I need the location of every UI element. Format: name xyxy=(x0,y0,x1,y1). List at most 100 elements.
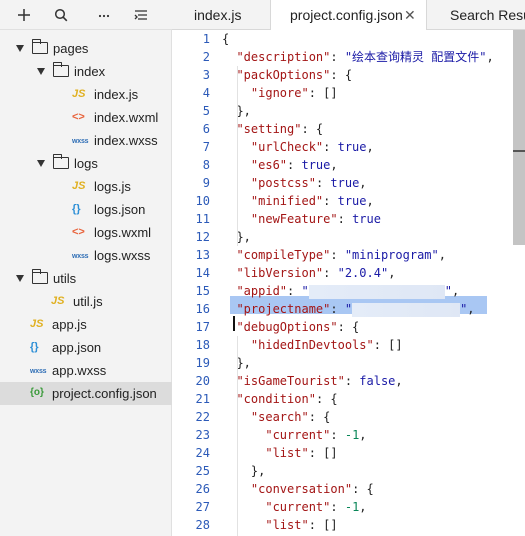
explorer-toolbar xyxy=(0,0,172,30)
code-line: "conversation": { xyxy=(222,480,494,498)
code-line: "projectname": " ", xyxy=(222,300,494,318)
line-number: 3 xyxy=(202,68,210,82)
tree-item-app-json[interactable]: {} app.json xyxy=(0,336,172,359)
line-number: 1 xyxy=(202,32,210,46)
tree-item-project-config-json[interactable]: {o} project.config.json xyxy=(0,382,172,405)
code-line: "hidedInDevtools": [] xyxy=(222,336,494,354)
chevron-down-icon[interactable] xyxy=(16,45,24,52)
tree-item-label: app.js xyxy=(52,317,87,332)
tree-item-utils[interactable]: utils xyxy=(0,267,172,290)
code-line: "search": { xyxy=(222,408,494,426)
line-number: 12 xyxy=(195,230,210,244)
code-token: "minified" xyxy=(250,194,324,208)
tree-item-util-js[interactable]: JS util.js xyxy=(0,290,172,313)
code-content[interactable]: { "description": "绘本查询精灵 配置文件", "packOpt… xyxy=(222,30,494,534)
code-token: "isGameTourist" xyxy=(236,374,345,388)
tab-index-js[interactable]: index.js xyxy=(172,0,271,30)
tree-item-pages[interactable]: pages xyxy=(0,37,172,60)
tree-item-index-wxml[interactable]: <> index.wxml xyxy=(0,106,172,129)
line-number: 16 xyxy=(195,302,210,316)
code-token: : { xyxy=(352,482,374,496)
file-tree: pages index JS index.js <> index.wxml wxss inde… xyxy=(0,37,172,405)
chevron-down-icon[interactable] xyxy=(37,160,45,167)
code-token: "projectname" xyxy=(236,302,331,316)
tree-item-app-wxss[interactable]: wxss app.wxss xyxy=(0,359,172,382)
code-token: "current" xyxy=(265,428,331,442)
code-token: }, xyxy=(222,464,266,478)
code-token: , xyxy=(467,302,475,316)
line-number: 15 xyxy=(195,284,210,298)
code-token: : { xyxy=(301,122,324,136)
code-token: "setting" xyxy=(236,122,302,136)
tree-item-app-js[interactable]: JS app.js xyxy=(0,313,172,336)
chevron-down-icon[interactable] xyxy=(16,275,24,282)
code-token: , xyxy=(359,176,367,190)
line-number: 8 xyxy=(202,158,210,172)
code-token: "description" xyxy=(236,50,331,64)
code-token: , xyxy=(330,158,338,172)
tree-item-logs-wxml[interactable]: <> logs.wxml xyxy=(0,221,172,244)
tree-item-index-js[interactable]: JS index.js xyxy=(0,83,172,106)
code-token: : xyxy=(337,212,353,226)
code-token: "compileType" xyxy=(236,248,331,262)
scrollbar-thumb[interactable] xyxy=(513,30,525,245)
code-token: , xyxy=(366,194,374,208)
tab-project-config-json[interactable]: project.config.json ✕ xyxy=(271,0,427,31)
code-token: : { xyxy=(330,68,353,82)
code-line: "newFeature": true xyxy=(222,210,494,228)
tree-item-label: index.js xyxy=(94,87,139,102)
close-icon[interactable]: ✕ xyxy=(404,0,416,30)
code-token: : xyxy=(330,428,345,442)
code-token: : { xyxy=(337,320,360,334)
tree-item-index-wxss[interactable]: wxss index.wxss xyxy=(0,129,172,152)
tree-item-label: utils xyxy=(53,271,77,286)
code-token: "newFeature" xyxy=(250,212,338,226)
line-number: 5 xyxy=(202,104,210,118)
tree-item-label: logs.wxss xyxy=(94,248,151,263)
overview-ruler-marker xyxy=(513,150,525,152)
more-icon[interactable] xyxy=(92,4,116,26)
tree-item-label: logs.wxml xyxy=(94,225,152,240)
code-line: }, xyxy=(222,102,494,120)
wxml-file-icon: <> xyxy=(72,226,85,238)
tree-item-label: index.wxml xyxy=(94,110,159,125)
code-token: " xyxy=(444,284,452,298)
code-token: "conversation" xyxy=(250,482,353,496)
code-line: "libVersion": "2.0.4", xyxy=(222,264,494,282)
code-editor[interactable]: 1 2 3 4 5 6 7 8 9 10 11 12 13 14 15 16 17 18 19 20 21 22 23 24 2… xyxy=(172,30,525,536)
code-line: "ignore": [] xyxy=(222,84,494,102)
code-token: : xyxy=(323,140,338,154)
line-number: 6 xyxy=(202,122,210,136)
tree-item-logs-js[interactable]: JS logs.js xyxy=(0,175,172,198)
tree-item-logs-wxss[interactable]: wxss logs.wxss xyxy=(0,244,172,267)
code-token: , xyxy=(359,428,367,442)
tree-item-logs-json[interactable]: {} logs.json xyxy=(0,198,172,221)
code-token: : xyxy=(315,176,331,190)
plus-icon[interactable] xyxy=(12,4,36,26)
search-icon[interactable] xyxy=(49,4,73,26)
js-file-icon: JS xyxy=(72,88,86,100)
code-token: true xyxy=(330,176,360,190)
js-file-icon: JS xyxy=(72,180,86,192)
line-number: 19 xyxy=(195,356,210,370)
code-token: true xyxy=(352,212,381,226)
tree-item-label: pages xyxy=(53,41,89,56)
tab-search-results[interactable]: Search Results xyxy=(427,0,525,30)
folder-icon xyxy=(52,62,69,77)
code-line: "compileType": "miniprogram", xyxy=(222,246,494,264)
folder-icon xyxy=(31,39,48,54)
tree-item-label: project.config.json xyxy=(52,386,157,401)
collapse-all-icon[interactable] xyxy=(129,4,153,26)
code-token: : [] xyxy=(373,338,403,352)
code-token: "current" xyxy=(265,500,331,514)
tree-item-logs[interactable]: logs xyxy=(0,152,172,175)
code-line: "setting": { xyxy=(222,120,494,138)
code-token: "condition" xyxy=(236,392,316,406)
tree-item-index[interactable]: index xyxy=(0,60,172,83)
chevron-down-icon[interactable] xyxy=(37,68,45,75)
wxml-file-icon: <> xyxy=(72,111,85,123)
indent-guide xyxy=(237,336,238,536)
